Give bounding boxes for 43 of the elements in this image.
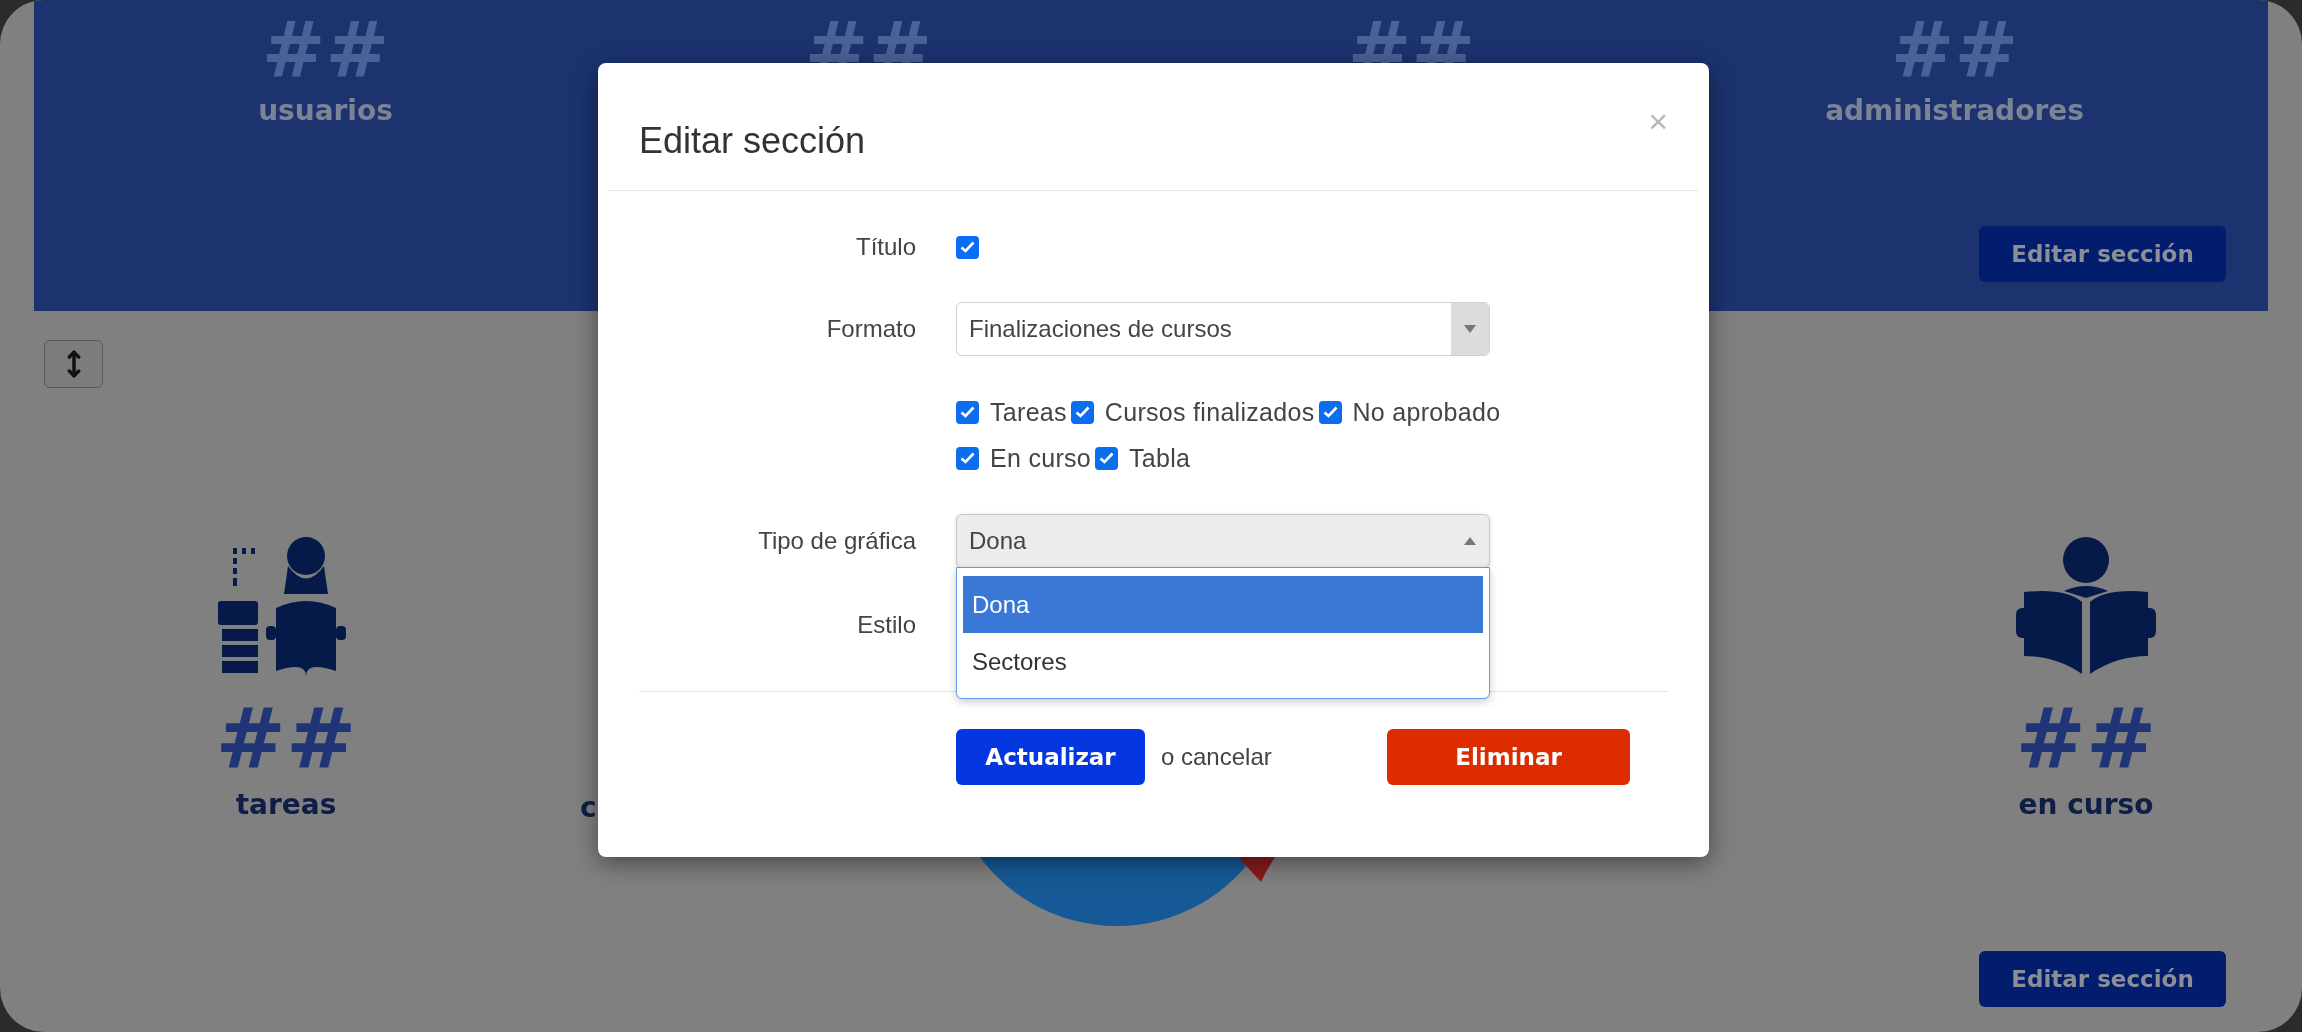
check-icon [1322, 406, 1338, 418]
checkbox-label: No aprobado [1352, 397, 1501, 427]
stat-label: usuarios [258, 94, 393, 127]
update-button[interactable]: Actualizar [956, 729, 1145, 785]
checkbox[interactable] [956, 235, 979, 259]
check-icon [960, 406, 975, 418]
checkbox-label: Tareas [990, 397, 1067, 427]
stat-value: ## [2015, 694, 2157, 784]
stat-value: ## [1890, 8, 2019, 92]
check-icon [1099, 452, 1115, 464]
checkbox-label: En curso [990, 443, 1092, 473]
caret-down-icon [1464, 325, 1476, 333]
dropdown-option[interactable]: Sectores [963, 633, 1483, 690]
checkbox-label: Tabla [1129, 443, 1191, 473]
check-icon [960, 452, 975, 464]
checkbox[interactable] [1095, 446, 1119, 470]
dropdown-option[interactable]: Dona [963, 576, 1483, 633]
field-label: Formato [826, 315, 916, 343]
dialog-title: Editar sección [639, 118, 866, 162]
field-label: Tipo de gráfica [758, 527, 916, 555]
resize-button[interactable] [44, 340, 103, 388]
checkbox-label: Cursos finalizados [1104, 397, 1315, 427]
stat-label: c [580, 791, 597, 824]
checkbox[interactable] [1318, 400, 1342, 424]
delete-button[interactable]: Eliminar [1387, 729, 1630, 785]
stat-label: administradores [1825, 94, 2084, 127]
stat-label: tareas [235, 788, 337, 821]
check-icon [960, 241, 975, 253]
stat-value: ## [261, 8, 390, 92]
cancel-link[interactable]: o cancelar [1161, 743, 1272, 771]
edit-section-button[interactable]: Editar sección [1979, 951, 2226, 1007]
field-label: Estilo [857, 611, 916, 639]
select-field[interactable]: Finalizaciones de cursos [956, 302, 1490, 356]
checkbox[interactable] [1070, 400, 1094, 424]
edit-section-button[interactable]: Editar sección [1979, 226, 2226, 282]
stat-label: en curso [2018, 788, 2154, 821]
checkbox[interactable] [956, 446, 979, 470]
checkbox[interactable] [956, 400, 979, 424]
caret-up-icon [1464, 537, 1476, 545]
check-icon [1074, 406, 1090, 418]
field-label: Título [855, 233, 916, 261]
stat-value: ## [215, 694, 357, 784]
reading-person-icon [2016, 536, 2156, 676]
